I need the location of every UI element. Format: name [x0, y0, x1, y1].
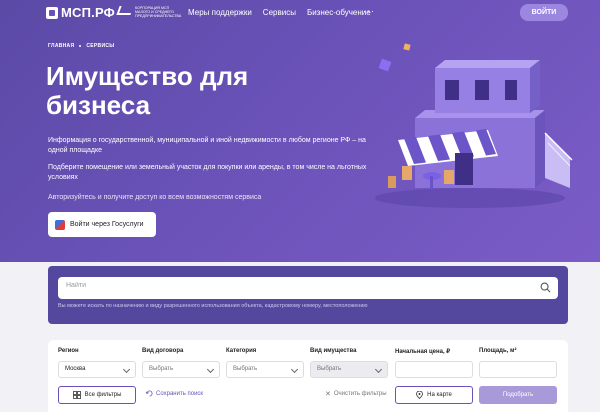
search-field	[58, 277, 558, 299]
all-filters-button[interactable]: Все фильтры	[58, 386, 136, 404]
hero-subdescription: Подберите помещение или земельный участо…	[48, 164, 367, 181]
on-map-button[interactable]: На карте	[395, 386, 473, 404]
chevron-down-icon	[374, 365, 383, 374]
breadcrumb: ГЛАВНАЯ СЕРВИСЫ	[48, 43, 114, 49]
close-icon: ✕	[325, 391, 331, 398]
all-filters-label: Все фильтры	[84, 392, 122, 398]
site-header: МСП.РФ Корпорация МСП малого и среднего …	[0, 0, 600, 26]
nav-item-services[interactable]: Сервисы	[263, 8, 296, 17]
chevron-down-icon	[122, 365, 131, 374]
save-search-button[interactable]: Сохранить поиск	[146, 390, 203, 397]
region-select[interactable]: Москва	[58, 361, 136, 378]
apply-filters-button[interactable]: Подобрать	[479, 386, 557, 404]
property-select[interactable]: Выбрать	[310, 361, 388, 378]
region-label: Регион	[58, 348, 79, 354]
save-search-label: Сохранить поиск	[156, 390, 204, 397]
contract-select[interactable]: Выбрать	[142, 361, 220, 378]
logo-icon	[46, 6, 58, 19]
price-input[interactable]	[395, 361, 473, 378]
search-input[interactable]	[66, 282, 536, 289]
clear-filters-button[interactable]: ✕ Очистить фильтры	[325, 390, 387, 398]
category-value: Выбрать	[233, 366, 258, 372]
more-menu-icon[interactable]: ···	[363, 6, 375, 16]
page-title: Имущество для бизнеса	[46, 61, 249, 120]
main-nav: Меры поддержки Сервисы Бизнес-обучение	[188, 8, 371, 17]
filters-panel: Регион Москва Вид договора Выбрать Катег…	[48, 340, 568, 412]
category-select[interactable]: Выбрать	[226, 361, 304, 378]
hero-description: Информация о государственной, муниципаль…	[48, 137, 366, 154]
contract-value: Выбрать	[149, 366, 174, 372]
building-illustration	[375, 43, 573, 208]
hero-section: МСП.РФ Корпорация МСП малого и среднего …	[0, 0, 600, 262]
clear-filters-label: Очистить фильтры	[333, 391, 387, 397]
contract-label: Вид договора	[142, 348, 184, 354]
region-value: Москва	[65, 366, 86, 372]
property-value: Выбрать	[317, 366, 342, 372]
chevron-down-icon	[206, 365, 215, 374]
msp-logo[interactable]: МСП.РФ	[46, 5, 115, 20]
price-label: Начальная цена, ₽	[395, 349, 451, 355]
breadcrumb-home[interactable]: ГЛАВНАЯ	[48, 43, 74, 49]
save-icon	[146, 390, 153, 397]
corporation-icon	[116, 6, 134, 15]
area-label: Площадь, м²	[479, 348, 517, 354]
map-pin-icon	[416, 391, 424, 399]
breadcrumb-services[interactable]: СЕРВИСЫ	[86, 43, 114, 49]
nav-item-support[interactable]: Меры поддержки	[188, 8, 252, 17]
area-input[interactable]	[479, 361, 557, 378]
property-label: Вид имущества	[310, 348, 357, 354]
filter-icon	[72, 391, 81, 399]
corporation-caption: Корпорация МСП малого и среднего предпри…	[135, 6, 182, 18]
search-panel: Вы можете искать по назначению и виду ра…	[48, 266, 568, 324]
auth-prompt: Авторизуйтесь и получите доступ ко всем …	[48, 194, 262, 201]
category-label: Категория	[226, 348, 257, 354]
login-button[interactable]: ВОЙТИ	[520, 4, 568, 21]
breadcrumb-separator	[79, 45, 82, 47]
gosuslugi-login-button[interactable]: Войти через Госуслуги	[48, 212, 156, 237]
chevron-down-icon	[290, 365, 299, 374]
on-map-label: На карте	[427, 392, 452, 398]
search-icon[interactable]	[540, 282, 551, 293]
gosuslugi-icon	[55, 219, 65, 230]
corporation-logo[interactable]: Корпорация МСП малого и среднего предпри…	[116, 6, 182, 18]
search-hint: Вы можете искать по назначению и виду ра…	[58, 303, 368, 309]
logo-text: МСП.РФ	[61, 5, 115, 20]
gosuslugi-button-label: Войти через Госуслуги	[70, 221, 144, 228]
nav-item-education[interactable]: Бизнес-обучение	[307, 8, 371, 17]
